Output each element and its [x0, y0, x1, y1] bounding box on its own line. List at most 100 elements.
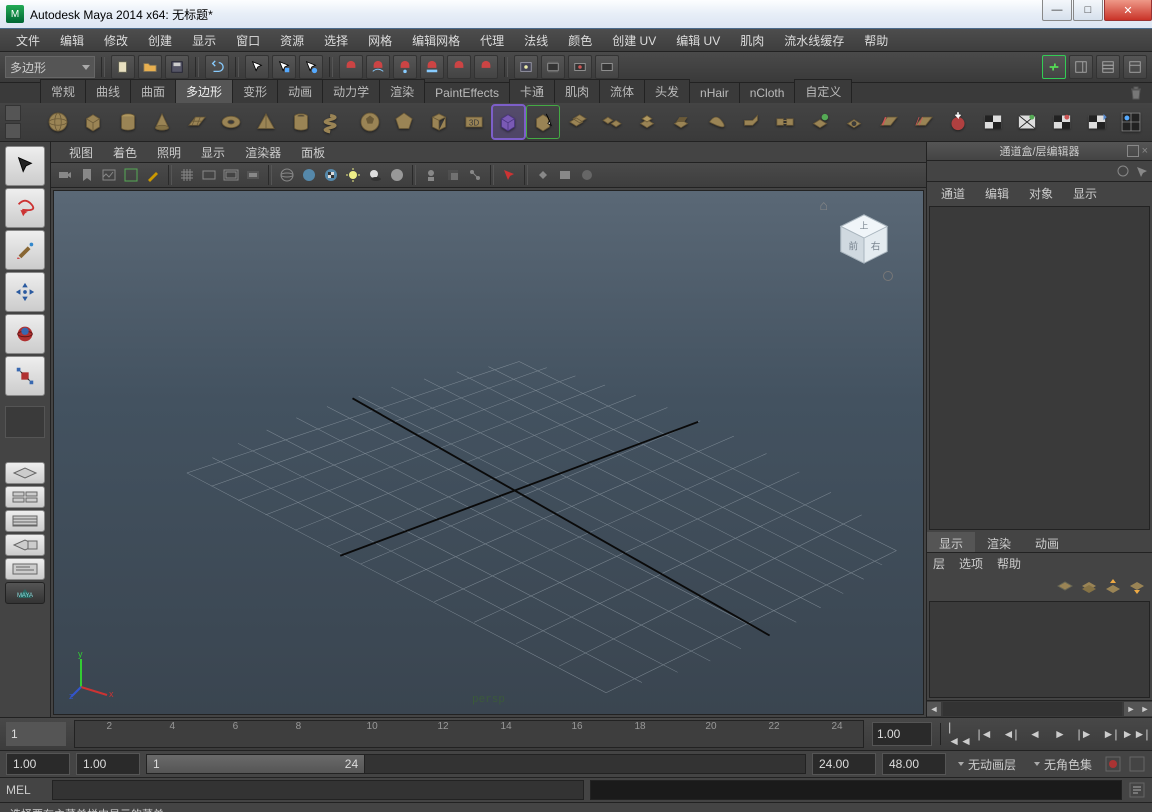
menu-color[interactable]: 颜色 — [558, 30, 602, 51]
maximize-button[interactable]: □ — [1073, 0, 1103, 21]
channel-sync-icon[interactable] — [1134, 164, 1148, 178]
playback-start-field[interactable]: 1.00 — [76, 753, 140, 775]
snap-curve-button[interactable] — [366, 55, 390, 79]
vp-film-gate-icon[interactable] — [199, 165, 219, 185]
poly-pyramid-button[interactable] — [250, 106, 282, 138]
shelf-tab-pfx[interactable]: PaintEffects — [424, 82, 510, 103]
vp-ss-ao-icon[interactable] — [577, 165, 597, 185]
poly-torus-button[interactable] — [216, 106, 248, 138]
vp-grease-icon[interactable] — [143, 165, 163, 185]
vp-renderer-icon[interactable] — [533, 165, 553, 185]
menu-mesh[interactable]: 网格 — [358, 30, 402, 51]
vp-menu-lighting[interactable]: 照明 — [147, 142, 191, 163]
go-end-button[interactable]: ►►| — [1124, 723, 1146, 745]
rotate-tool[interactable] — [5, 314, 45, 354]
shelf-options-icon[interactable] — [5, 105, 21, 121]
playback-end-field[interactable]: 24.00 — [812, 753, 876, 775]
vp-menu-panels[interactable]: 面板 — [291, 142, 335, 163]
dock-icon[interactable] — [1127, 145, 1139, 157]
vp-image-plane-icon[interactable] — [99, 165, 119, 185]
shelf-tab-dynamics[interactable]: 动力学 — [322, 79, 380, 103]
snap-live-button[interactable] — [447, 55, 471, 79]
ltab-anim[interactable]: 动画 — [1023, 532, 1071, 552]
move-layer-down-icon[interactable] — [1128, 577, 1146, 595]
ipr-render-button[interactable] — [568, 55, 592, 79]
interactive-create-button[interactable] — [493, 106, 525, 138]
menu-muscle[interactable]: 肌肉 — [730, 30, 774, 51]
shelf-tab-toon[interactable]: 卡通 — [509, 79, 555, 103]
shelf-tab-general[interactable]: 常规 — [40, 79, 86, 103]
shelf-tab-deform[interactable]: 变形 — [232, 79, 278, 103]
vp-wireframe-icon[interactable] — [277, 165, 297, 185]
chtab-show[interactable]: 显示 — [1063, 182, 1107, 205]
new-scene-button[interactable] — [111, 55, 135, 79]
menu-pipeline[interactable]: 流水线缓存 — [774, 30, 854, 51]
vp-menu-renderer[interactable]: 渲染器 — [235, 142, 291, 163]
anim-end-field[interactable]: 48.00 — [882, 753, 946, 775]
sculpt-button[interactable] — [942, 106, 974, 138]
vp-select-camera-icon[interactable] — [55, 165, 75, 185]
planar-map-button[interactable] — [977, 106, 1009, 138]
menu-modify[interactable]: 修改 — [94, 30, 138, 51]
snap-grid-button[interactable] — [339, 55, 363, 79]
combine-button[interactable] — [562, 106, 594, 138]
select-hierarchy-button[interactable] — [245, 55, 269, 79]
vp-xray-icon[interactable] — [443, 165, 463, 185]
poly-sphere-button[interactable] — [43, 106, 75, 138]
prefs-button[interactable] — [1128, 755, 1146, 773]
poly-soccer-button[interactable] — [354, 106, 386, 138]
script-editor-button[interactable] — [5, 558, 45, 580]
scroll-right-icon[interactable]: ► — [1124, 702, 1138, 716]
vp-use-lights-icon[interactable] — [343, 165, 363, 185]
compass-icon[interactable] — [883, 271, 893, 281]
vp-expose-icon[interactable] — [499, 165, 519, 185]
last-tool-slot[interactable] — [5, 406, 45, 438]
scale-tool[interactable] — [5, 356, 45, 396]
extrude-button[interactable] — [631, 106, 663, 138]
vp-isolate-icon[interactable] — [421, 165, 441, 185]
snap-point-button[interactable] — [393, 55, 417, 79]
play-back-button[interactable]: ◄ — [1024, 723, 1046, 745]
menu-window[interactable]: 窗口 — [226, 30, 270, 51]
step-back-button[interactable]: ◄| — [999, 723, 1021, 745]
step-forward-key-button[interactable]: ►| — [1099, 723, 1121, 745]
save-scene-button[interactable] — [165, 55, 189, 79]
menu-edit-uv[interactable]: 编辑 UV — [666, 30, 730, 51]
time-ruler[interactable]: 2 4 6 8 10 12 14 16 18 20 22 24 — [74, 720, 864, 748]
command-input[interactable] — [52, 780, 584, 800]
chtab-object[interactable]: 对象 — [1019, 182, 1063, 205]
insert-edge-button[interactable] — [873, 106, 905, 138]
exit-interactive-button[interactable] — [527, 106, 559, 138]
move-layer-up-icon[interactable] — [1104, 577, 1122, 595]
scroll-left-icon[interactable]: ◄ — [927, 702, 941, 716]
trash-icon[interactable] — [1128, 85, 1144, 101]
four-pane-button[interactable] — [5, 486, 45, 508]
auto-key-button[interactable] — [1104, 755, 1122, 773]
smooth-button[interactable] — [700, 106, 732, 138]
open-scene-button[interactable] — [138, 55, 162, 79]
shelf-tab-rendering[interactable]: 渲染 — [379, 79, 425, 103]
shelf-tab-nhair[interactable]: nHair — [689, 82, 740, 103]
vp-menu-show[interactable]: 显示 — [191, 142, 235, 163]
shelf-tab-surfaces[interactable]: 曲面 — [130, 79, 176, 103]
undo-button[interactable] — [205, 55, 229, 79]
paint-select-tool[interactable] — [5, 230, 45, 270]
shelf-tab-hair[interactable]: 头发 — [644, 79, 690, 103]
range-slider[interactable]: 1 24 — [146, 754, 806, 774]
uv-editor-button[interactable] — [1115, 106, 1147, 138]
vp-xray-joint-icon[interactable] — [465, 165, 485, 185]
bridge-button[interactable] — [769, 106, 801, 138]
menu-create[interactable]: 创建 — [138, 30, 182, 51]
close-button[interactable]: ✕ — [1104, 0, 1152, 21]
move-tool[interactable] — [5, 272, 45, 312]
vp-high-quality-icon[interactable] — [387, 165, 407, 185]
menu-create-uv[interactable]: 创建 UV — [602, 30, 666, 51]
time-slider[interactable]: 1 2 4 6 8 10 12 14 16 18 20 22 24 1.00 |… — [0, 717, 1152, 750]
script-editor-icon[interactable] — [1128, 781, 1146, 799]
shelf-tab-curves[interactable]: 曲线 — [85, 79, 131, 103]
spherical-map-button[interactable] — [1046, 106, 1078, 138]
minimize-button[interactable]: — — [1042, 0, 1072, 21]
poly-type-button[interactable]: 3D — [458, 106, 490, 138]
play-forward-button[interactable]: ► — [1049, 723, 1071, 745]
vp-hw-render-icon[interactable] — [555, 165, 575, 185]
